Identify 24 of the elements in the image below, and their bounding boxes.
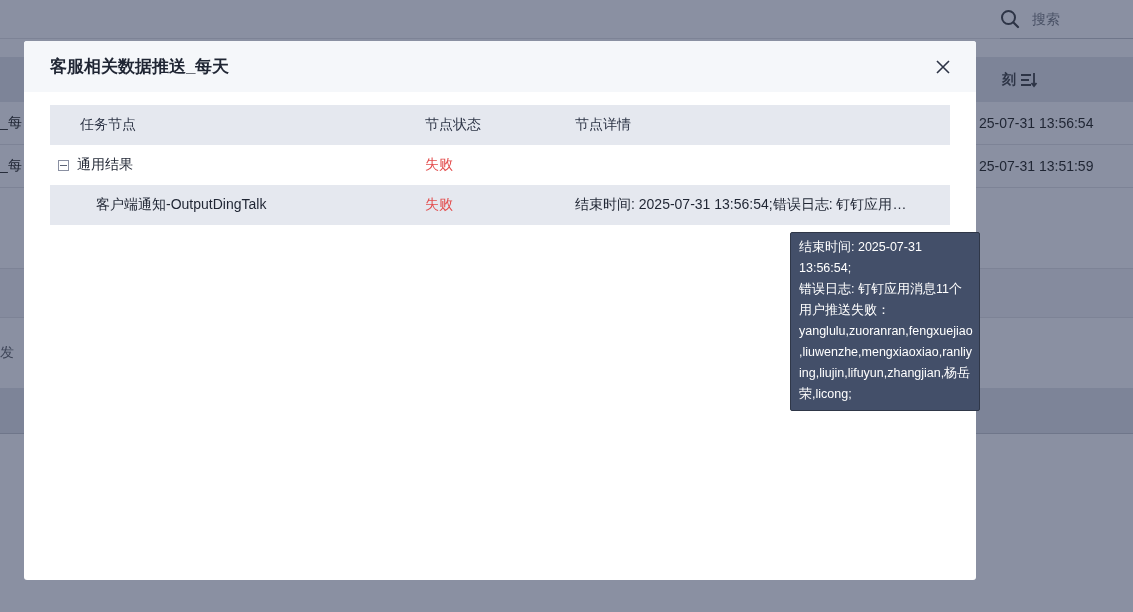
column-heading: 节点详情 — [575, 116, 632, 134]
close-icon[interactable] — [936, 59, 950, 74]
collapse-icon[interactable] — [58, 159, 69, 171]
node-status: 失败 — [425, 196, 454, 214]
table-cell-text: 25-07-31 13:51:59 — [979, 158, 1095, 174]
column-heading: 节点状态 — [425, 116, 482, 134]
table-cell: _每 — [0, 114, 22, 132]
sort-icon[interactable] — [1020, 71, 1038, 88]
table-row[interactable]: 通用结果 失败 — [50, 145, 950, 185]
dialog-title: 客服相关数据推送_每天 — [50, 56, 230, 78]
table-cell: _每 — [0, 157, 22, 175]
column-heading: 任务节点 — [79, 116, 137, 134]
node-status: 失败 — [425, 156, 454, 174]
node-name: 通用结果 — [77, 156, 133, 174]
search-icon — [1000, 8, 1020, 29]
node-detail: 结束时间: 2025-07-31 13:56:54;错误日志: 钉钉应用… — [575, 196, 908, 214]
table-row[interactable]: 客户端通知-OutputDingTalk 失败 结束时间: 2025-07-31 13:56:54;错误日志: 钉钉应用… — [50, 185, 950, 225]
table-cell: 发 — [0, 344, 14, 362]
tooltip-text: 结束时间: 2025-07-31 13:56:54; — [799, 239, 923, 277]
column-heading: 刻 — [1002, 70, 1016, 89]
tooltip-text: 错误日志: 钉钉应用消息11个用户推送失败：yanglulu,zuoranran,fengxuejiao,liuwenzhe,mengxiaoxiao,ranliying,liujin,lifuyun,zhangjian,杨岳荣,licong; — [799, 281, 973, 403]
table-cell-text: 25-07-31 13:56:54 — [979, 115, 1095, 131]
node-name: 客户端通知-OutputDingTalk — [96, 196, 267, 214]
search-field[interactable]: 搜索 — [1030, 9, 1114, 28]
